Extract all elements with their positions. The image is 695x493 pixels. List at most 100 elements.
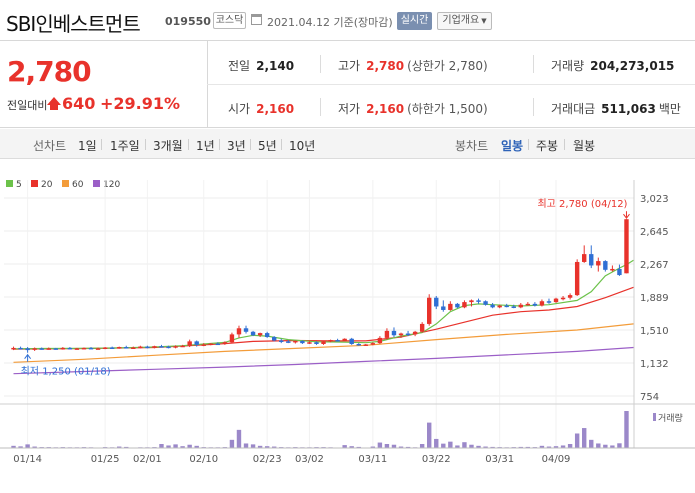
candle-body xyxy=(109,347,115,349)
volume-bar xyxy=(377,442,383,448)
candle xyxy=(377,336,383,344)
candle xyxy=(624,219,629,274)
candle-body xyxy=(201,344,206,346)
y-tick-label: 2,267 xyxy=(640,260,669,271)
candle-body xyxy=(272,337,277,341)
candle-body xyxy=(617,268,622,276)
candle-body xyxy=(321,341,326,344)
candle xyxy=(60,347,66,350)
candle-body xyxy=(560,297,566,300)
stock-chart[interactable]: 5 20 60 120 3,023 2,645 2,267 1,889 1,510 1,1… xyxy=(0,170,695,493)
tab-monthly[interactable]: 월봉 xyxy=(573,137,595,154)
candlestick-plot: 3,023 2,645 2,267 1,889 1,510 1,132 754 01/14 01… xyxy=(0,180,695,465)
candle-body xyxy=(74,348,80,350)
candle-body xyxy=(173,346,178,348)
candle-body xyxy=(448,303,453,310)
candle-body xyxy=(553,298,559,303)
candle-body xyxy=(419,323,425,332)
candle-body xyxy=(504,305,509,308)
candle xyxy=(243,325,249,334)
candle-body xyxy=(356,343,361,346)
x-tick-label: 04/09 xyxy=(542,454,571,465)
tab-3m[interactable]: 3개월 xyxy=(153,137,183,154)
tab-daily[interactable]: 일봉 xyxy=(501,137,523,154)
candle-body xyxy=(95,348,101,350)
candle-body xyxy=(11,347,16,350)
candle xyxy=(525,302,531,306)
volume-bar xyxy=(462,442,467,448)
candle xyxy=(117,346,122,349)
y-tick-label: 1,132 xyxy=(640,359,669,370)
divider xyxy=(219,139,220,150)
volume-label: 거래량 xyxy=(551,59,585,73)
x-tick-label: 01/25 xyxy=(91,454,120,465)
candle-body xyxy=(215,343,221,346)
candle xyxy=(504,303,509,308)
candle-body xyxy=(81,347,87,350)
candle-body xyxy=(293,340,298,343)
divider xyxy=(188,139,189,150)
candle-body xyxy=(18,347,23,350)
prev-close-label: 전일 xyxy=(228,59,251,73)
candle-body xyxy=(328,340,333,342)
low-value: 2,160 xyxy=(366,102,405,116)
candle-body xyxy=(384,330,390,338)
candle-body xyxy=(307,342,312,344)
tab-weekly[interactable]: 주봉 xyxy=(536,137,558,154)
candle-chart-label: 봉차트 xyxy=(455,139,489,153)
tab-1w[interactable]: 1주일 xyxy=(110,137,140,154)
open-label: 시가 xyxy=(228,102,251,116)
volume-bar xyxy=(229,439,235,448)
candle-body xyxy=(610,268,615,271)
divider xyxy=(145,139,146,150)
candle-body xyxy=(589,254,594,266)
tab-1y[interactable]: 1년 xyxy=(196,137,215,154)
realtime-button[interactable]: 실시간 xyxy=(397,12,432,30)
candle-body xyxy=(243,328,249,332)
divider xyxy=(281,139,282,150)
candle-body xyxy=(53,348,58,350)
candle-body xyxy=(236,328,242,335)
candle-body xyxy=(145,346,150,349)
x-tick-label: 03/31 xyxy=(485,454,514,465)
candle-body xyxy=(138,346,143,349)
candle-body xyxy=(532,303,538,306)
candle xyxy=(363,343,368,346)
candle xyxy=(109,346,115,349)
tab-10y[interactable]: 10년 xyxy=(289,137,315,154)
candle-body xyxy=(152,346,157,348)
upper-limit: (상한가 2,780) xyxy=(407,59,488,73)
high-value: 2,780 xyxy=(366,59,405,73)
lower-limit: (하한가 1,500) xyxy=(407,102,488,116)
candle xyxy=(264,331,270,338)
candle-body xyxy=(370,343,376,345)
candle-body xyxy=(335,340,340,342)
candle-body xyxy=(229,334,235,343)
open-price: 시가 2,160 xyxy=(228,100,294,117)
tab-3y[interactable]: 3년 xyxy=(227,137,246,154)
candle xyxy=(589,245,594,269)
x-tick-label: 03/22 xyxy=(422,454,451,465)
candle xyxy=(279,338,284,344)
candle xyxy=(335,338,340,342)
company-overview-dropdown[interactable]: 기업개요 ▼ xyxy=(437,12,492,30)
candle xyxy=(596,257,601,272)
line-chart-label: 선차트 xyxy=(33,139,67,153)
candle-body xyxy=(462,302,467,308)
calendar-icon xyxy=(251,14,262,25)
divider xyxy=(533,55,534,73)
high-label: 고가 xyxy=(338,59,361,73)
tab-1d[interactable]: 1일 xyxy=(78,137,97,154)
candle-body xyxy=(603,261,608,270)
candle-body xyxy=(159,346,164,348)
volume-bar xyxy=(617,443,622,448)
x-tick-label: 01/14 xyxy=(13,454,42,465)
candle-body xyxy=(476,300,481,302)
candle-body xyxy=(67,347,73,350)
candle-body xyxy=(582,254,587,262)
candle-body xyxy=(208,343,213,346)
prev-close-value: 2,140 xyxy=(256,59,295,73)
tab-5y[interactable]: 5년 xyxy=(258,137,277,154)
x-tick-label: 02/23 xyxy=(253,454,282,465)
candle-body xyxy=(39,348,44,350)
